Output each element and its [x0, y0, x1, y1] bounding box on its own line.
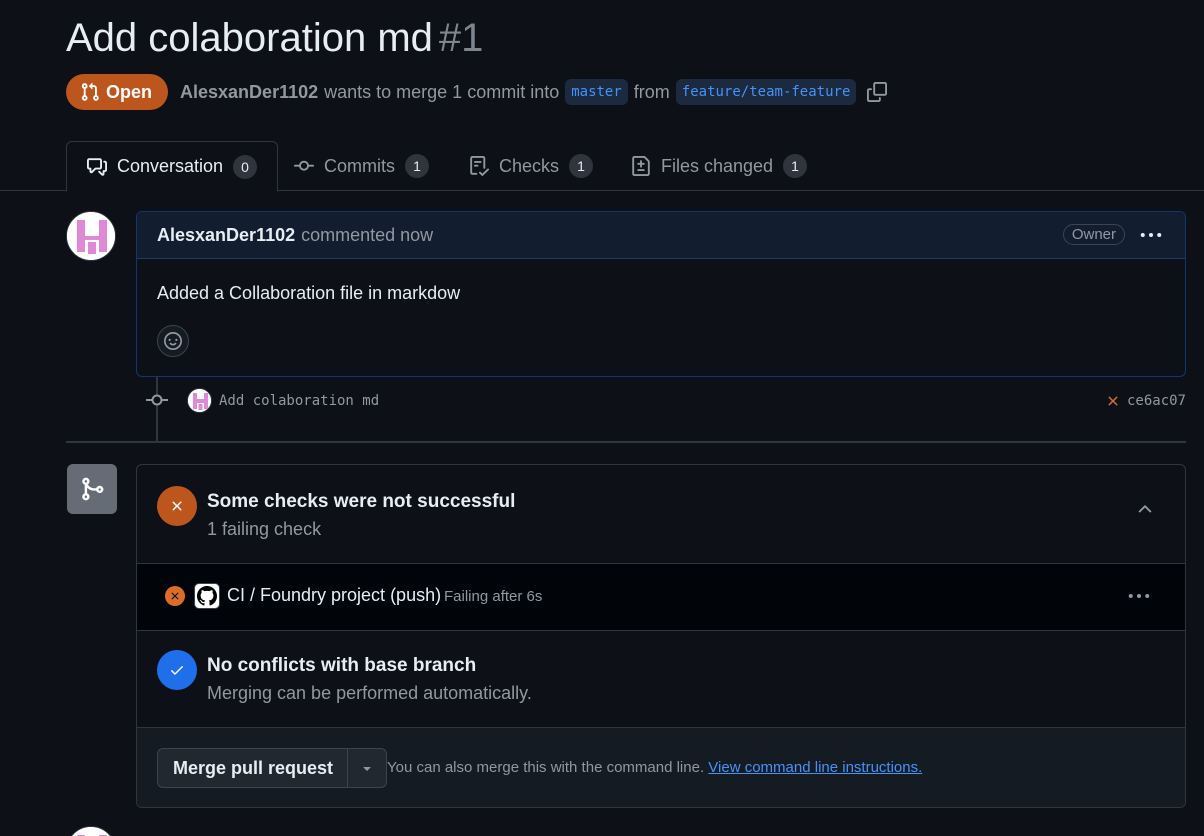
tab-conversation-count: 0 [233, 154, 258, 179]
commit-message-link[interactable]: Add colaboration md [219, 393, 379, 409]
checks-subtitle: 1 failing check [207, 519, 322, 539]
conflicts-subtitle: Merging can be performed automatically. [207, 683, 532, 703]
merge-footer: Merge pull request You can also merge th… [137, 727, 1185, 807]
git-pull-request-icon [81, 82, 99, 101]
comment-author-avatar[interactable] [66, 211, 116, 261]
github-logo-icon [194, 583, 220, 609]
git-commit-icon [294, 160, 314, 171]
git-merge-icon [82, 477, 104, 501]
x-icon [171, 592, 179, 600]
owner-badge: Owner [1062, 224, 1125, 245]
checklist-icon [470, 156, 489, 176]
check-name-link[interactable]: CI / Foundry project (push) [227, 585, 441, 606]
state-label: Open [106, 81, 153, 102]
smiley-icon [164, 332, 182, 350]
conflicts-summary: No conflicts with base branch Merging ca… [137, 631, 1185, 727]
checks-title: Some checks were not successful [207, 491, 516, 512]
identicon-icon [67, 212, 115, 260]
state-badge: Open [66, 74, 169, 110]
file-diff-icon [632, 156, 650, 176]
identicon-icon [188, 389, 211, 412]
kebab-horizontal-icon [1140, 232, 1162, 238]
tab-commits-label: Commits [324, 155, 395, 176]
merge-pull-request-button[interactable]: Merge pull request [158, 749, 349, 787]
comment-body: Added a Collaboration file in markdow [157, 283, 461, 303]
commit-sha[interactable]: ce6ac07 [1127, 393, 1186, 409]
comment-header: AlesxanDer1102 commented now Owner [137, 212, 1185, 259]
comment-author[interactable]: AlesxanDer1102 [157, 225, 295, 246]
tab-files-changed[interactable]: Files changed 1 [631, 141, 808, 191]
conflicts-title: No conflicts with base branch [207, 655, 477, 676]
checks-failed-badge [157, 486, 197, 526]
pr-state-row: Open AlesxanDer1102 wants to merge 1 com… [66, 74, 888, 110]
chevron-up-icon[interactable] [1135, 499, 1155, 519]
pr-tabs: Conversation 0 Commits 1 Checks 1 Files … [0, 141, 1204, 192]
git-commit-icon [146, 394, 168, 406]
identicon-icon [67, 827, 115, 836]
pr-title: Add colaboration md #1 [66, 16, 483, 61]
check-status-text: Failing after 6s [444, 588, 543, 605]
merge-button-group: Merge pull request [157, 748, 388, 788]
from-text: from [633, 81, 670, 102]
merge-hint-text: You can also merge this with the command… [387, 759, 705, 776]
tab-checks-label: Checks [499, 155, 560, 176]
next-comment-avatar[interactable] [66, 826, 116, 836]
tab-commits[interactable]: Commits 1 [294, 141, 429, 191]
commit-author-avatar[interactable] [187, 388, 212, 413]
check-icon [171, 666, 183, 675]
timeline-divider [66, 441, 1186, 443]
tab-checks[interactable]: Checks 1 [469, 141, 594, 191]
tab-commits-count: 1 [405, 154, 429, 178]
triangle-down-icon [363, 767, 371, 771]
base-branch[interactable]: master [565, 79, 628, 105]
merge-status-icon-box [67, 464, 117, 514]
copy-icon [867, 82, 888, 102]
pr-meta: AlesxanDer1102 wants to merge 1 commit i… [180, 79, 888, 105]
tab-conversation[interactable]: Conversation 0 [66, 141, 279, 192]
command-line-instructions-link[interactable]: View command line instructions. [708, 759, 922, 776]
check-item: CI / Foundry project (push) Failing afte… [137, 563, 1185, 631]
add-reaction-button[interactable] [157, 325, 189, 357]
copy-branch-button[interactable] [866, 81, 888, 103]
pr-title-text: Add colaboration md [66, 16, 433, 60]
comment-options-button[interactable] [1139, 224, 1163, 246]
tab-files-changed-count: 1 [783, 154, 808, 178]
x-icon [172, 501, 182, 511]
x-icon[interactable] [1105, 393, 1121, 409]
merge-method-dropdown[interactable] [348, 749, 386, 787]
check-failed-icon [165, 586, 185, 606]
pr-number: #1 [438, 16, 484, 60]
comment-discussion-icon [87, 157, 107, 176]
check-options-button[interactable] [1127, 586, 1151, 606]
timeline-commit: Add colaboration md ce6ac07 [146, 387, 1186, 415]
no-conflicts-badge [157, 650, 197, 690]
merge-hint: You can also merge this with the command… [387, 759, 922, 776]
head-branch[interactable]: feature/team-feature [675, 79, 857, 105]
comment-time[interactable]: commented now [301, 225, 433, 246]
merge-box: Some checks were not successful 1 failin… [136, 464, 1186, 808]
tab-files-changed-label: Files changed [661, 155, 774, 176]
pr-comment: AlesxanDer1102 commented now Owner Added… [136, 211, 1186, 377]
tab-conversation-label: Conversation [117, 156, 224, 176]
commit-sha-group: ce6ac07 [1105, 393, 1186, 409]
merge-text: wants to merge 1 commit into [324, 81, 560, 102]
kebab-horizontal-icon [1128, 593, 1150, 599]
tab-checks-count: 1 [569, 154, 594, 178]
checks-summary[interactable]: Some checks were not successful 1 failin… [137, 465, 1185, 563]
pr-author-link[interactable]: AlesxanDer1102 [180, 82, 318, 103]
